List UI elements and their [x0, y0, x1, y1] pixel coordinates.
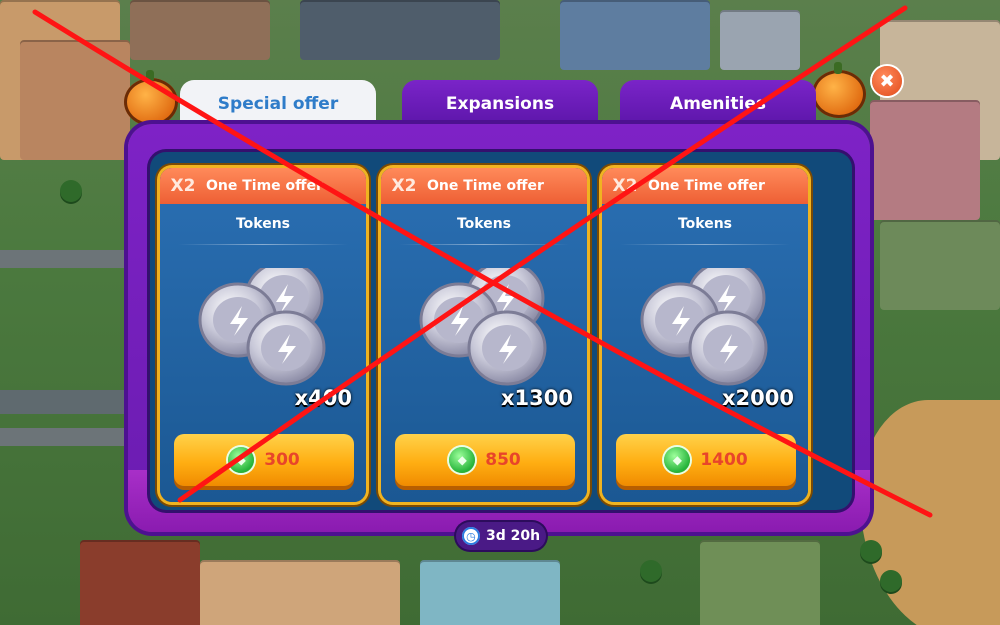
offer-card-header: X2 One Time offer: [602, 168, 808, 204]
token-coins-icon: [417, 260, 557, 388]
tab-amenities[interactable]: Amenities: [620, 80, 816, 128]
tab-expansions[interactable]: Expansions: [402, 80, 598, 128]
offer-item-name: Tokens: [456, 216, 512, 232]
offer-timer: ◷ 3d 20h: [456, 522, 546, 550]
offer-quantity: x400: [294, 386, 352, 410]
pumpkin-right-icon: [812, 62, 866, 118]
offer-price: 300: [264, 450, 300, 470]
offer-card-header: X2 One Time offer: [381, 168, 587, 204]
offer-price: 850: [485, 450, 521, 470]
buy-button[interactable]: ◆ 300: [174, 434, 354, 486]
offer-card-header: X2 One Time offer: [160, 168, 366, 204]
offer-label: One Time offer: [427, 178, 544, 194]
clock-icon: ◷: [461, 527, 480, 545]
offer-label: One Time offer: [648, 178, 765, 194]
offer-label: One Time offer: [206, 178, 323, 194]
offer-multiplier: X2: [391, 176, 417, 196]
offer-item-name: Tokens: [677, 216, 733, 232]
buy-button[interactable]: ◆ 1400: [616, 434, 796, 486]
divider: [178, 244, 348, 245]
close-icon: ✖: [879, 70, 895, 92]
divider: [620, 244, 790, 245]
gem-currency-icon: ◆: [664, 447, 691, 473]
offer-item-name: Tokens: [235, 216, 291, 232]
pumpkin-left-icon: [124, 70, 178, 126]
close-button[interactable]: ✖: [872, 66, 902, 96]
tab-amenities-label: Amenities: [670, 94, 766, 114]
offer-card-1: X2 One Time offer Tokens x400 ◆ 300: [160, 168, 366, 502]
offer-quantity: x2000: [722, 386, 794, 410]
buy-button[interactable]: ◆ 850: [395, 434, 575, 486]
tab-expansions-label: Expansions: [445, 94, 555, 114]
offer-multiplier: X2: [170, 176, 196, 196]
offer-price: 1400: [700, 450, 748, 470]
gem-currency-icon: ◆: [228, 447, 255, 473]
offer-card-3: X2 One Time offer Tokens x2000 ◆ 1400: [602, 168, 808, 502]
offer-multiplier: X2: [612, 176, 638, 196]
divider: [399, 244, 569, 245]
timer-value: 3d 20h: [485, 528, 541, 544]
token-coins-icon: [638, 260, 778, 388]
offer-card-2: X2 One Time offer Tokens x1300 ◆ 850: [381, 168, 587, 502]
token-coins-icon: [196, 260, 336, 388]
tab-special-offer-label: Special offer: [217, 94, 339, 114]
offer-quantity: x1300: [501, 386, 573, 410]
tab-special-offer[interactable]: Special offer: [180, 80, 376, 128]
gem-currency-icon: ◆: [449, 447, 476, 473]
